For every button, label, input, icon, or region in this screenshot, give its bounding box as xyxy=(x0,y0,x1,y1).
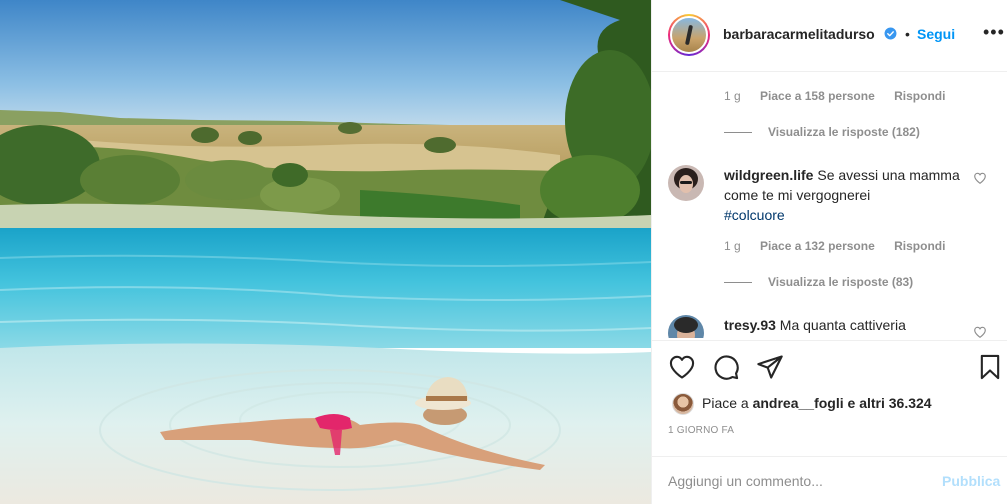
comment-text: wildgreen.life Se avessi una mamma come … xyxy=(724,165,964,225)
comment-like-heart-icon[interactable] xyxy=(973,171,987,185)
publish-button[interactable]: Pubblica xyxy=(942,473,1000,489)
likes-others-link[interactable]: e altri 36.324 xyxy=(848,395,932,411)
reply-button[interactable]: Rispondi xyxy=(894,239,945,253)
follow-button[interactable]: Segui xyxy=(917,26,955,42)
verified-badge-icon xyxy=(884,27,897,40)
replies-divider-line xyxy=(724,132,752,134)
comment-text: tresy.93 Ma quanta cattiveria xyxy=(724,315,964,335)
comment-likes-link[interactable]: Piace a 158 persone xyxy=(760,89,875,103)
commenter-username[interactable]: tresy.93 xyxy=(724,317,776,333)
liker-avatar[interactable] xyxy=(672,393,694,415)
comment-item: tresy.93 Ma quanta cattiveria xyxy=(668,315,998,338)
view-replies-label: Visualizza le risposte (83) xyxy=(768,275,914,289)
post-side-panel: barbaracarmelitadurso • Segui ••• 1 g Pi… xyxy=(651,0,1007,504)
hashtag-link[interactable]: #colcuore xyxy=(724,207,785,223)
comment-input[interactable] xyxy=(668,469,928,493)
view-replies-button[interactable]: Visualizza le risposte (83) xyxy=(724,275,913,289)
pool-landscape-image xyxy=(0,0,651,504)
commenter-avatar[interactable] xyxy=(668,315,704,338)
add-comment-bar: Pubblica xyxy=(652,456,1007,504)
author-username[interactable]: barbaracarmelitadurso xyxy=(723,26,875,42)
comment-item: wildgreen.life Se avessi una mamma come … xyxy=(668,165,998,225)
post-timestamp[interactable]: 1 GIORNO FA xyxy=(668,425,734,436)
header-separator: • xyxy=(905,26,910,42)
post-actions-bar xyxy=(652,340,1007,390)
commenter-username[interactable]: wildgreen.life xyxy=(724,167,813,183)
comment-bubble-icon[interactable] xyxy=(712,353,740,381)
comment-likes-link[interactable]: Piace a 132 persone xyxy=(760,239,875,253)
comment-meta: 1 g Piace a 158 persone Rispondi xyxy=(724,89,961,103)
view-replies-button[interactable]: Visualizza le risposte (182) xyxy=(724,125,920,139)
likes-text: Piace a andrea__fogli e altri 36.324 xyxy=(702,395,932,411)
liker-username[interactable]: andrea__fogli xyxy=(753,395,844,411)
post-header: barbaracarmelitadurso • Segui ••• xyxy=(652,0,1007,72)
comments-list[interactable]: 1 g Piace a 158 persone Rispondi Visuali… xyxy=(652,73,1007,338)
paper-plane-icon[interactable] xyxy=(756,353,784,381)
comment-time: 1 g xyxy=(724,89,741,103)
comment-time: 1 g xyxy=(724,239,741,253)
commenter-avatar[interactable] xyxy=(668,165,704,201)
likes-prefix: Piace a xyxy=(702,395,749,411)
comment-meta: 1 g Piace a 132 persone Rispondi xyxy=(724,239,961,253)
replies-divider-line xyxy=(724,282,752,284)
bookmark-icon[interactable] xyxy=(976,353,1004,381)
comment-body: Ma quanta cattiveria xyxy=(779,317,906,333)
comment-like-heart-icon[interactable] xyxy=(973,325,987,338)
post-photo[interactable] xyxy=(0,0,651,504)
author-avatar[interactable] xyxy=(668,14,710,56)
view-replies-label: Visualizza le risposte (182) xyxy=(768,125,920,139)
reply-button[interactable]: Rispondi xyxy=(894,89,945,103)
heart-icon[interactable] xyxy=(668,353,696,381)
more-options-icon[interactable]: ••• xyxy=(983,22,1005,43)
